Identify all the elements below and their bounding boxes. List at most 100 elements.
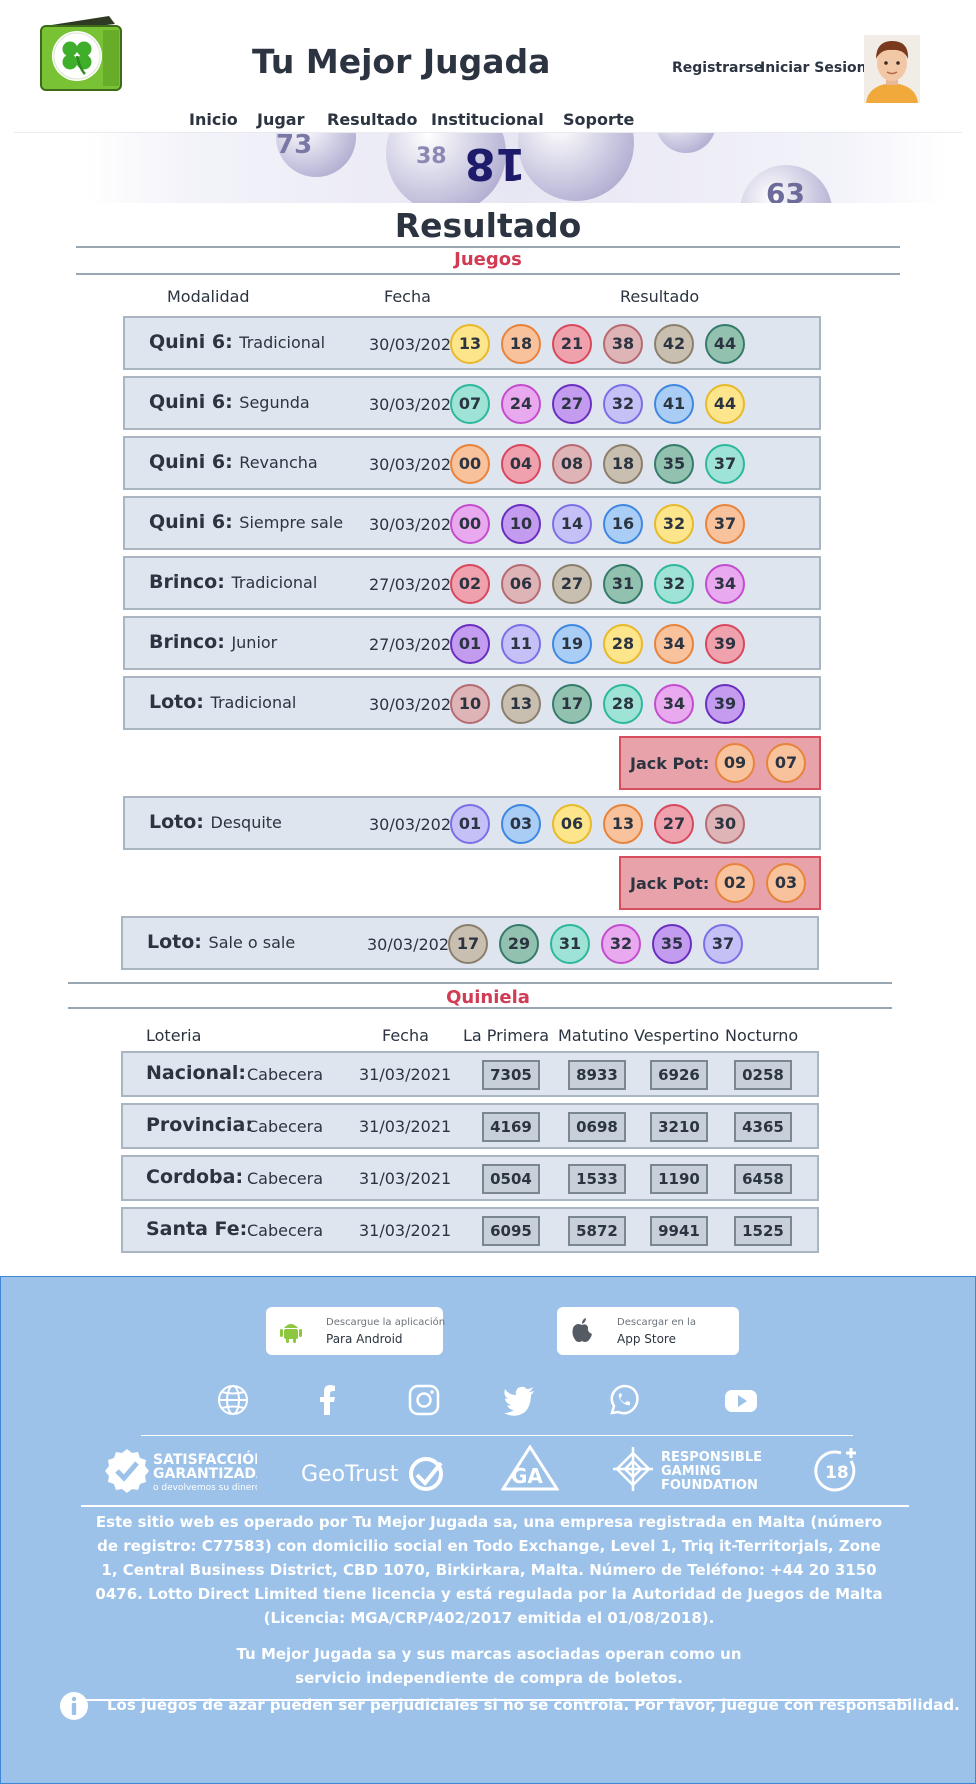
result-ball: 18 [501,324,541,364]
responsible-gaming-foundation-badge: RESPONSIBLE GAMING FOUNDATION [613,1447,762,1493]
column-header-date: Fecha [382,1026,429,1045]
result-ball: 17 [552,684,592,724]
result-ball: 35 [652,924,692,964]
result-ball: 35 [654,444,694,484]
whatsapp-icon[interactable] [607,1383,641,1417]
result-ball: 27 [552,564,592,604]
facebook-icon[interactable] [311,1383,345,1417]
result-ball: 03 [501,804,541,844]
geotrust-badge: GeoTrust [301,1457,443,1491]
nav-resultado[interactable]: Resultado [327,110,417,129]
result-ball: 44 [705,324,745,364]
android-button-label: Para Android [326,1332,403,1346]
game-mode: Siempre sale [239,513,344,532]
android-icon [280,1324,302,1343]
game-date: 27/03/2021 [369,635,462,654]
game-result-row[interactable]: Loto: Tradicional 30/03/2021 10 13 17 28 34 39 [123,676,821,730]
nav-inicio[interactable]: Inicio [189,110,238,129]
game-mode: Sale o sale [208,933,296,952]
result-ball: 37 [703,924,743,964]
globe-icon[interactable] [216,1383,250,1417]
nav-institucional[interactable]: Institucional [431,110,544,129]
svg-text:RESPONSIBLE: RESPONSIBLE [661,1450,762,1465]
jackpot-ball: 03 [766,863,806,903]
quiniela-row[interactable]: Nacional: Cabecera 31/03/2021 7305 8933 6926 0… [121,1051,819,1097]
user-avatar[interactable] [864,35,920,103]
wallet-clover-logo[interactable] [39,14,123,92]
game-result-row[interactable]: Brinco: Junior 27/03/2021 01 11 19 28 34 39 [123,616,821,670]
lottery-sub: Cabecera [247,1065,323,1084]
lottery-date: 31/03/2021 [359,1221,452,1240]
result-ball: 13 [501,684,541,724]
quiniela-row[interactable]: Santa Fe: Cabecera 31/03/2021 6095 5872 9941 1… [121,1207,819,1253]
results-title: Resultado [394,206,582,245]
result-ball: 30 [705,804,745,844]
result-ball: 04 [501,444,541,484]
game-result-row[interactable]: Quini 6: Tradicional 30/03/2021 13 18 21 38 42… [123,316,821,370]
result-ball: 39 [705,624,745,664]
twitter-icon[interactable] [502,1383,536,1417]
result-ball: 27 [654,804,694,844]
result-ball: 18 [603,444,643,484]
quiniela-row[interactable]: Cordoba: Cabecera 31/03/2021 0504 1533 1190 64… [121,1155,819,1201]
draw-number: 3210 [650,1112,708,1142]
footer-divider [141,1435,853,1436]
register-link[interactable]: Registrarse [672,60,763,76]
quiniela-row[interactable]: Provincia: Cabecera 31/03/2021 4169 0698 3210… [121,1103,819,1149]
divider [68,982,892,984]
game-date: 27/03/2021 [369,575,462,594]
game-result-row[interactable]: Loto: Desquite 30/03/2021 01 03 06 13 27 30 [123,796,821,850]
lottery-name: Cordoba: [146,1166,244,1188]
game-result-row[interactable]: Loto: Sale o sale 30/03/2021 17 29 31 32 35 37 [121,916,819,970]
lottery-date: 31/03/2021 [359,1065,452,1084]
login-link[interactable]: Iniciar Sesion [760,60,867,76]
lottery-date: 31/03/2021 [359,1169,452,1188]
draw-number: 1533 [568,1164,626,1194]
jackpot-ball: 02 [715,863,755,903]
result-ball: 13 [603,804,643,844]
game-date: 30/03/2021 [369,815,462,834]
game-date: 30/03/2021 [369,455,462,474]
draw-number: 6458 [734,1164,792,1194]
appstore-download-button[interactable]: Descargar en la App Store [557,1307,739,1355]
result-ball: 21 [552,324,592,364]
game-result-row[interactable]: Quini 6: Segunda 30/03/2021 07 24 27 32 41 44 [123,376,821,430]
game-result-row[interactable]: Quini 6: Siempre sale 30/03/2021 00 10 14 16 3… [123,496,821,550]
result-ball: 00 [450,444,490,484]
lottery-sub: Cabecera [247,1221,323,1240]
lottery-name: Santa Fe: [146,1218,248,1240]
svg-text:GARANTIZADA: GARANTIZADA [153,1466,257,1482]
game-result-row[interactable]: Quini 6: Revancha 30/03/2021 00 04 08 18 35 37 [123,436,821,490]
column-header-la-primera: La Primera [463,1026,550,1045]
draw-number: 4365 [734,1112,792,1142]
legal-notice: Este sitio web es operado por Tu Mejor J… [95,1513,883,1627]
instagram-icon[interactable] [407,1383,441,1417]
draw-number: 9941 [650,1216,708,1246]
result-ball: 37 [705,444,745,484]
game-result-row[interactable]: Brinco: Tradicional 27/03/2021 02 06 27 31 32 3… [123,556,821,610]
result-ball: 27 [552,384,592,424]
games-section-title: Juegos [454,249,522,270]
result-ball: 39 [705,684,745,724]
result-ball: 16 [603,504,643,544]
result-ball: 28 [603,624,643,664]
lottery-date: 31/03/2021 [359,1117,452,1136]
game-title: Loto: [149,811,204,833]
result-ball: 32 [654,564,694,604]
site-footer: Descargue la aplicación Para Android Des… [0,1276,976,1784]
game-title: Quini 6: [149,511,233,533]
nav-soporte[interactable]: Soporte [563,110,634,129]
nav-jugar[interactable]: Jugar [257,110,304,129]
result-ball: 32 [654,504,694,544]
game-name: Loto: Tradicional [149,691,296,713]
game-mode: Desquite [210,813,282,832]
game-title: Brinco: [149,631,225,653]
column-header-matutino: Matutino [558,1026,629,1045]
android-download-button[interactable]: Descargue la aplicación Para Android [266,1307,446,1355]
android-button-caption: Descargue la aplicación [326,1317,446,1328]
youtube-icon[interactable] [723,1383,759,1417]
banner-ball-number: 38 [416,144,447,169]
svg-text:GeoTrust: GeoTrust [301,1462,399,1487]
responsible-gaming-warning: Los juegos de azar pueden ser perjudicia… [107,1696,960,1714]
game-mode: Revancha [239,453,318,472]
